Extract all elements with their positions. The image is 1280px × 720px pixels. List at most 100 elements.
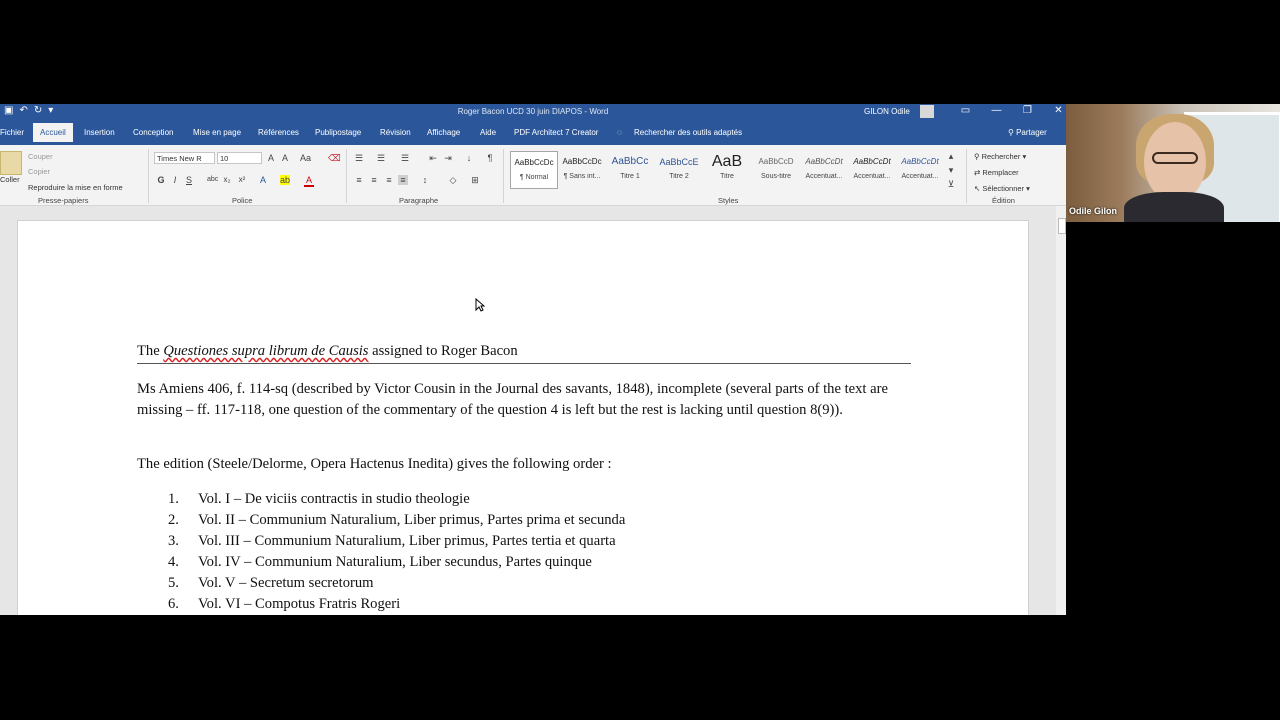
font-size-select[interactable]: 10 — [217, 152, 262, 164]
user-name[interactable]: GILON Odile — [864, 107, 910, 116]
heading-suffix: assigned to Roger Bacon — [368, 343, 518, 359]
align-right-icon[interactable]: ≡ — [384, 175, 394, 185]
webcam-person-body — [1124, 192, 1224, 222]
multilevel-list-icon[interactable]: ☰ — [400, 153, 410, 163]
restore-button[interactable]: ❐ — [1012, 105, 1043, 116]
list-item[interactable]: 6. Vol. VI – Compotus Fratris Rogeri — [168, 596, 400, 613]
shading-icon[interactable]: ◇ — [448, 175, 458, 185]
document-page[interactable]: The Questiones supra librum de Causis as… — [17, 220, 1029, 615]
scrollbar-thumb[interactable] — [1058, 218, 1066, 234]
close-button[interactable]: ✕ — [1043, 105, 1066, 116]
align-left-icon[interactable]: ≡ — [354, 175, 364, 185]
styles-more-icon[interactable]: ⊻ — [946, 179, 956, 189]
tab-pdf-architect[interactable]: PDF Architect 7 Creator — [514, 128, 598, 137]
font-group-label: Police — [232, 196, 253, 205]
tab-conception[interactable]: Conception — [133, 128, 173, 137]
style-name: Titre 2 — [669, 173, 689, 180]
paste-button[interactable]: Coller — [0, 175, 20, 184]
title-bar: ▣ ↶ ↻ ▾ Roger Bacon UCD 30 juin DIAPOS -… — [0, 104, 1066, 120]
tab-insertion[interactable]: Insertion — [84, 128, 115, 137]
list-item[interactable]: 5. Vol. V – Secretum secretorum — [168, 575, 374, 592]
minimize-button[interactable]: — — [981, 105, 1012, 116]
superscript-icon[interactable]: x² — [237, 175, 247, 185]
justify-icon[interactable]: ≡ — [398, 175, 408, 185]
bullets-icon[interactable]: ☰ — [354, 153, 364, 163]
lightbulb-icon: ◌ — [617, 128, 622, 137]
increase-indent-icon[interactable]: ⇥ — [443, 153, 453, 163]
strikethrough-icon[interactable]: abc — [207, 175, 218, 185]
copy-button[interactable]: Copier — [28, 167, 50, 176]
decrease-indent-icon[interactable]: ⇤ — [428, 153, 438, 163]
line-spacing-icon[interactable]: ↕ — [420, 175, 430, 185]
font-name-select[interactable]: Times New R — [154, 152, 215, 164]
style-heading-2[interactable]: AaBbCcE Titre 2 — [656, 151, 702, 187]
list-item[interactable]: 4. Vol. IV – Communium Naturalium, Liber … — [168, 554, 592, 571]
ribbon-display-options-button[interactable]: ▭ — [950, 105, 981, 116]
style-emphasis-subtle[interactable]: AaBbCcDt Accentuat... — [801, 151, 847, 187]
shrink-font-icon[interactable]: A — [280, 153, 290, 163]
list-item[interactable]: 1. Vol. I – De viciis contractis in studi… — [168, 491, 470, 508]
ribbon-tabs: Fichier Accueil Insertion Conception Mis… — [0, 120, 1066, 145]
subscript-icon[interactable]: x₂ — [222, 175, 232, 185]
align-center-icon[interactable]: ≡ — [369, 175, 379, 185]
style-name: ¶ Sans int... — [563, 173, 601, 180]
document-area[interactable]: The Questiones supra librum de Causis as… — [0, 206, 1056, 615]
style-no-spacing[interactable]: AaBbCcDc ¶ Sans int... — [559, 151, 605, 187]
mouse-pointer-icon — [475, 298, 485, 312]
paragraph-manuscript[interactable]: Ms Amiens 406, f. 114-sq (described by V… — [137, 379, 917, 421]
style-emphasis-intense[interactable]: AaBbCcDt Accentuat... — [897, 151, 943, 187]
heading-italic-title: Questiones supra librum de Causis — [163, 343, 369, 359]
sort-icon[interactable]: ↓ — [464, 153, 474, 163]
style-title[interactable]: AaB Titre — [704, 151, 750, 187]
paste-icon[interactable] — [0, 151, 22, 175]
tab-mise-en-page[interactable]: Mise en page — [193, 128, 241, 137]
document-heading[interactable]: The Questiones supra librum de Causis as… — [137, 343, 911, 364]
tab-affichage[interactable]: Affichage — [427, 128, 460, 137]
bold-icon[interactable]: G — [156, 175, 166, 185]
replace-label: Remplacer — [982, 168, 1019, 177]
tab-fichier[interactable]: Fichier — [0, 128, 24, 137]
list-item[interactable]: 2. Vol. II – Communium Naturalium, Liber … — [168, 512, 625, 529]
italic-icon[interactable]: I — [170, 175, 180, 185]
select-label: Sélectionner — [982, 184, 1025, 193]
avatar[interactable] — [920, 105, 934, 118]
format-painter-button[interactable]: Reproduire la mise en forme — [28, 183, 123, 192]
text-effects-icon[interactable]: A — [258, 175, 268, 185]
tab-accueil[interactable]: Accueil — [33, 123, 73, 142]
style-subtitle[interactable]: AaBbCcD Sous-titre — [753, 151, 799, 187]
search-icon: ⚲ — [974, 152, 982, 161]
style-emphasis[interactable]: AaBbCcDt Accentuat... — [849, 151, 895, 187]
cut-button[interactable]: Couper — [28, 152, 53, 161]
styles-scroll-up-icon[interactable]: ▴ — [946, 151, 956, 161]
grow-font-icon[interactable]: A — [266, 153, 276, 163]
replace-button[interactable]: ⇄ Remplacer — [974, 168, 1019, 177]
style-heading-1[interactable]: AaBbCc Titre 1 — [607, 151, 653, 187]
pilcrow-icon[interactable]: ¶ — [485, 153, 495, 163]
paragraph-edition[interactable]: The edition (Steele/Delorme, Opera Hacte… — [137, 456, 612, 473]
window-controls: ▭ — ❐ ✕ — [950, 105, 1066, 116]
tell-me-search[interactable]: Rechercher des outils adaptés — [634, 128, 742, 137]
highlight-icon[interactable]: ab — [280, 175, 290, 185]
tab-aide[interactable]: Aide — [480, 128, 496, 137]
font-color-icon[interactable]: A — [304, 175, 314, 187]
style-normal[interactable]: AaBbCcDc ¶ Normal — [510, 151, 558, 189]
clipboard-group-label: Presse-papiers — [38, 196, 89, 205]
clear-formatting-icon[interactable]: ⌫ — [328, 153, 341, 163]
underline-icon[interactable]: S — [184, 175, 194, 185]
tab-references[interactable]: Références — [258, 128, 299, 137]
change-case-icon[interactable]: Aa — [300, 153, 311, 163]
list-item[interactable]: 3. Vol. III – Communium Naturalium, Liber… — [168, 533, 616, 550]
tab-publipostage[interactable]: Publipostage — [315, 128, 361, 137]
share-button[interactable]: ⚲ Partager — [1008, 128, 1047, 137]
styles-scroll-down-icon[interactable]: ▾ — [946, 165, 956, 175]
style-sample: AaBbCcDt — [805, 157, 843, 166]
find-button[interactable]: ⚲ Rechercher ▾ — [974, 152, 1026, 161]
numbering-icon[interactable]: ☰ — [376, 153, 386, 163]
borders-icon[interactable]: ⊞ — [470, 175, 480, 185]
tab-revision[interactable]: Révision — [380, 128, 411, 137]
list-number: 3. — [168, 533, 179, 549]
editing-group-label: Édition — [992, 196, 1015, 205]
select-button[interactable]: ↖ Sélectionner ▾ — [974, 184, 1030, 193]
vertical-scrollbar[interactable] — [1056, 206, 1066, 615]
webcam-video-tile: Odile Gilon — [1066, 104, 1280, 222]
